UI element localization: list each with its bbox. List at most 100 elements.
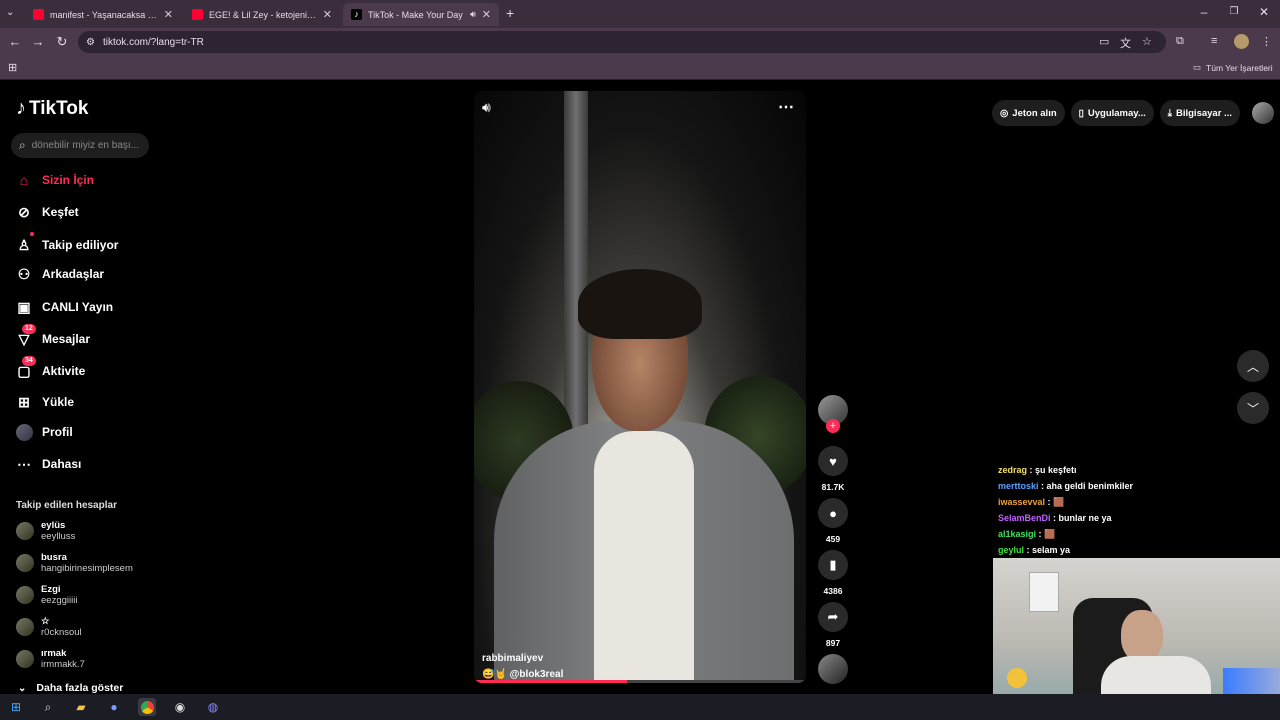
search-input[interactable]: ⌕ dönebilir miyiz en başı... — [11, 133, 149, 158]
toy-figure — [1007, 668, 1027, 688]
close-tab-icon[interactable]: ✕ — [482, 8, 491, 21]
coin-icon: ◎ — [1000, 107, 1009, 119]
more-icon: ⋯ — [17, 455, 31, 472]
volume-icon[interactable]: 🔊︎ — [482, 99, 491, 116]
apps-grid-icon[interactable]: ⊞ — [8, 61, 17, 74]
nav-item-explore[interactable]: ⊘ Keşfet — [14, 202, 79, 222]
nav-item-for-you[interactable]: ⌂ Sizin İçin — [14, 170, 94, 190]
translate-icon[interactable]: 文 — [1120, 35, 1131, 51]
video-more-options-icon[interactable]: ⋯ — [778, 97, 794, 117]
chat-username: iwassevval — [998, 497, 1046, 507]
search-icon[interactable]: ⌕ — [39, 698, 57, 716]
nav-item-live[interactable]: ▣ CANLI Yayın — [14, 297, 113, 317]
close-window-button[interactable]: ✕ — [1254, 5, 1274, 19]
discord-icon[interactable]: ◍ — [204, 698, 222, 716]
tiktok-logo[interactable]: ♪ TikTok — [16, 97, 88, 120]
windows-start-icon[interactable]: ⊞ — [7, 698, 25, 716]
app-icon[interactable]: ● — [105, 698, 123, 716]
following-account[interactable]: busra hangibirinesimplesem — [16, 552, 133, 574]
cast-icon[interactable]: ▭ — [1099, 35, 1109, 48]
windows-taskbar: ⊞ ⌕ ▰ ● ◉ ◍ — [0, 694, 1280, 720]
previous-video-button[interactable]: ︿ — [1237, 350, 1269, 382]
nav-item-profile[interactable]: Profil — [14, 422, 73, 442]
tab-search-button[interactable]: ⌄ — [6, 7, 14, 18]
messages-badge: 12 — [22, 324, 36, 334]
next-video-button[interactable]: ﹀ — [1237, 392, 1269, 424]
following-account[interactable]: ırmak irmmakk.7 — [16, 648, 85, 670]
browser-tab-strip: ⌄ manifest - Yaşanacaksa | Officia ✕ EGE… — [0, 0, 1280, 28]
chrome-icon[interactable] — [138, 698, 156, 716]
video-progress-bar[interactable] — [474, 680, 806, 683]
close-tab-icon[interactable]: ✕ — [164, 8, 173, 21]
neon-light — [1223, 668, 1280, 694]
restore-button[interactable]: ❐ — [1224, 6, 1244, 17]
nav-item-upload[interactable]: ⊞ Yükle — [14, 392, 74, 412]
extensions-icon[interactable]: ⧉ — [1176, 35, 1184, 48]
nav-item-friends[interactable]: ⚇ Arkadaşlar — [14, 264, 104, 284]
video-caption: 😅🤘 @blok3real — [482, 669, 564, 680]
activity-badge: 34 — [22, 356, 36, 366]
nav-item-activity[interactable]: ▢ 34 Aktivite — [14, 356, 85, 381]
browser-tab[interactable]: manifest - Yaşanacaksa | Officia ✕ — [25, 3, 181, 26]
like-count: 81.7K — [821, 482, 845, 492]
profile-icon — [14, 422, 34, 442]
profile-avatar[interactable] — [1234, 34, 1249, 49]
chat-username: al1kasigi — [998, 529, 1037, 539]
chat-separator: : — [1036, 529, 1045, 539]
messages-icon: ▽ 12 — [14, 324, 36, 349]
see-more-button[interactable]: ⌄ Daha fazla göster — [18, 682, 123, 694]
compass-icon: ⊘ — [18, 203, 30, 220]
bookmark-icon: ▮ — [818, 550, 848, 580]
chevron-down-icon: ﹀ — [1246, 401, 1259, 416]
desktop-app-button[interactable]: ⤓ Bilgisayar ... — [1159, 100, 1240, 126]
browser-tab-active[interactable]: ♪ TikTok - Make Your Day 🔊︎ ✕ — [343, 3, 499, 26]
site-info-icon[interactable]: ⚙ — [86, 37, 95, 48]
creator-avatar-button[interactable]: + — [818, 395, 848, 433]
browser-tab[interactable]: EGE! & Lil Zey - ketojenik [Offic ✕ — [184, 3, 340, 26]
get-coins-button[interactable]: ◎ Jeton alın — [992, 100, 1065, 126]
reload-button[interactable]: ↻ — [54, 34, 70, 50]
following-account[interactable]: ☆ r0cknsoul — [16, 616, 82, 638]
chat-message: al1kasigi : 🟫 — [998, 526, 1133, 542]
user-avatar[interactable] — [1251, 102, 1274, 124]
bookmark-star-icon[interactable]: ☆ — [1142, 35, 1152, 48]
following-account[interactable]: eylüs eeylluss — [16, 520, 75, 542]
follow-plus-icon[interactable]: + — [826, 419, 840, 433]
audio-playing-icon[interactable]: 🔊︎ — [470, 9, 476, 20]
chat-separator: : — [1024, 545, 1033, 555]
minimize-button[interactable]: – — [1194, 5, 1214, 19]
video-author[interactable]: rabbimaliyev — [482, 653, 543, 664]
obs-icon[interactable]: ◉ — [171, 698, 189, 716]
bookmarks-bar: ⊞ ▭ Tüm Yer İşaretleri — [0, 56, 1280, 80]
chrome-menu-icon[interactable]: ⋮ — [1261, 35, 1272, 48]
chat-separator: : — [1050, 513, 1059, 523]
share-button[interactable]: ➦ 897 — [818, 602, 848, 648]
all-bookmarks-button[interactable]: ▭ Tüm Yer İşaretleri — [1193, 62, 1273, 73]
back-button[interactable]: ← — [7, 34, 23, 49]
address-bar[interactable]: ⚙ tiktok.com/?lang=tr-TR — [78, 31, 1166, 53]
nav-item-more[interactable]: ⋯ Dahası — [14, 454, 81, 474]
forward-button[interactable]: → — [30, 34, 46, 49]
upload-icon: ⊞ — [18, 393, 30, 410]
save-button[interactable]: ▮ 4386 — [818, 550, 848, 596]
following-account[interactable]: Ezgi eezggiiiii — [16, 584, 77, 606]
chevron-up-icon: ︿ — [1246, 359, 1259, 374]
video-player[interactable]: 🔊︎ ⋯ rabbimaliyev 😅🤘 @blok3real — [474, 91, 806, 683]
like-button[interactable]: ♥ 81.7K — [818, 446, 848, 492]
sound-disc-button[interactable] — [818, 654, 848, 684]
file-explorer-icon[interactable]: ▰ — [72, 698, 90, 716]
media-controls-icon[interactable]: ≡ — [1211, 35, 1217, 47]
tiktok-note-icon: ♪ — [16, 97, 26, 119]
avatar — [16, 586, 34, 604]
close-tab-icon[interactable]: ✕ — [323, 8, 332, 21]
chat-text: bunlar ne ya — [1058, 513, 1112, 523]
nav-item-following[interactable]: ♙ Takip ediliyor — [14, 232, 118, 255]
chat-separator: : — [1038, 481, 1047, 491]
new-tab-button[interactable]: + — [506, 5, 514, 21]
chat-message: geylul : selam ya — [998, 542, 1133, 558]
get-app-button[interactable]: ▯ Uygulamay... — [1070, 100, 1154, 126]
nav-item-messages[interactable]: ▽ 12 Mesajlar — [14, 324, 90, 349]
chat-text: selam ya — [1032, 545, 1071, 555]
folder-icon: ▭ — [1193, 62, 1202, 72]
comment-button[interactable]: ● 459 — [818, 498, 848, 544]
